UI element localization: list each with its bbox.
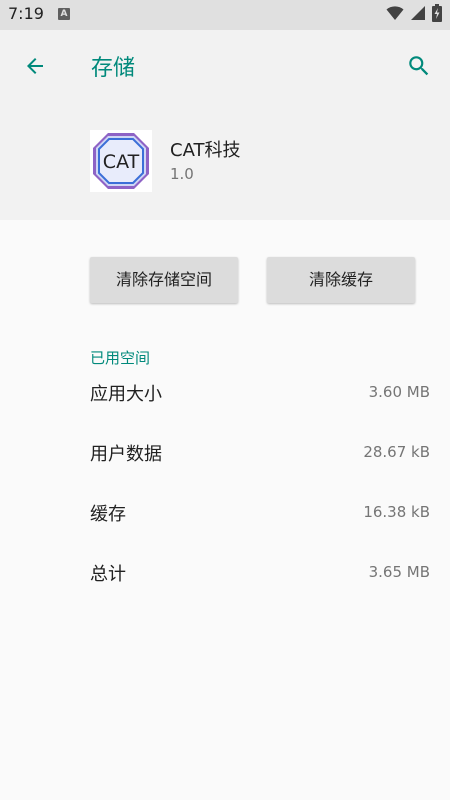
toolbar: 存储: [0, 30, 450, 100]
back-button[interactable]: [14, 45, 56, 87]
page-title: 存储: [91, 56, 136, 81]
row-value: 16.38 kB: [363, 503, 430, 521]
app-icon: CAT: [90, 130, 152, 192]
row-value: 3.65 MB: [368, 563, 430, 581]
row-label: 应用大小: [90, 384, 162, 405]
search-icon: [409, 56, 429, 76]
status-time: 7:19: [8, 4, 44, 23]
svg-text:CAT: CAT: [103, 151, 140, 173]
row-label: 缓存: [90, 504, 126, 525]
cell-signal-icon: [410, 5, 426, 25]
row-label: 用户数据: [90, 444, 162, 465]
storage-row-total: 总计 3.65 MB: [90, 560, 430, 590]
search-button[interactable]: [398, 45, 440, 87]
clear-storage-button[interactable]: 清除存储空间: [90, 257, 238, 303]
app-header: 存储 CAT CAT科技 1.0: [0, 30, 450, 220]
storage-row-app-size: 应用大小 3.60 MB: [90, 380, 430, 410]
wifi-icon: [386, 5, 404, 25]
arrow-left-icon: [27, 58, 43, 74]
status-icons: [386, 4, 442, 26]
app-version: 1.0: [170, 165, 194, 183]
status-bar: 7:19 A: [0, 0, 450, 30]
storage-section-title: 已用空间: [90, 349, 151, 367]
row-label: 总计: [90, 564, 126, 585]
storage-row-cache: 缓存 16.38 kB: [90, 500, 430, 530]
row-value: 3.60 MB: [368, 383, 430, 401]
storage-row-user-data: 用户数据 28.67 kB: [90, 440, 430, 470]
app-name: CAT科技: [170, 140, 241, 161]
clear-cache-button[interactable]: 清除缓存: [267, 257, 415, 303]
row-value: 28.67 kB: [363, 443, 430, 461]
battery-icon: [432, 4, 442, 26]
notification-a-icon: A: [58, 8, 70, 20]
